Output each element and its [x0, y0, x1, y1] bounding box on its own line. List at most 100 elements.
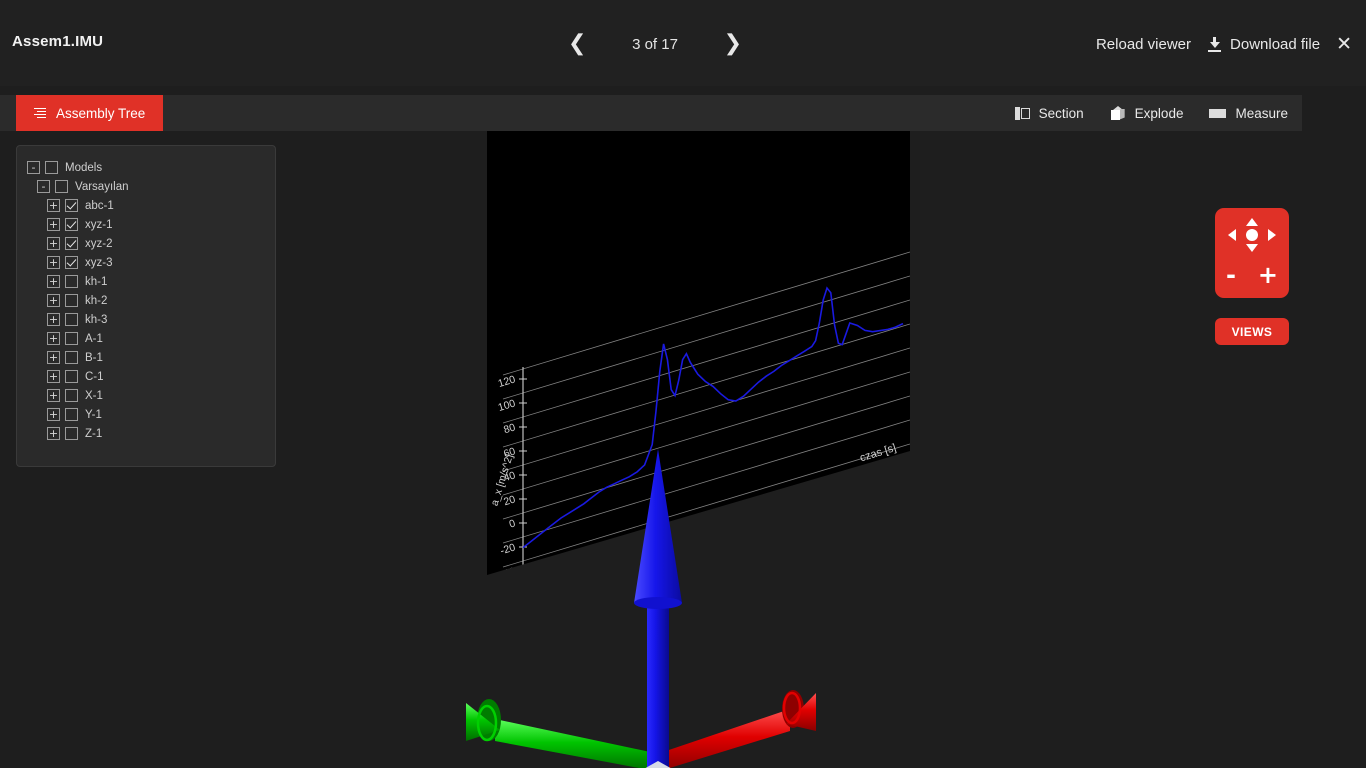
- reload-viewer-label: Reload viewer: [1095, 35, 1192, 53]
- page-counter-label: 3 of 17: [632, 35, 678, 53]
- visibility-checkbox[interactable]: [65, 256, 78, 269]
- x-axis-arrow: [660, 690, 816, 768]
- zoom-controls: - +: [1215, 260, 1289, 290]
- tree-node-varsayılan[interactable]: - Varsayılan: [27, 177, 265, 196]
- tree-node-label: Models: [65, 161, 103, 174]
- tree-node-label: abc-1: [85, 199, 114, 212]
- visibility-checkbox[interactable]: [65, 370, 78, 383]
- tree-node-label: A-1: [85, 332, 103, 345]
- tree-node-a-1[interactable]: + A-1: [27, 329, 265, 348]
- svg-text:16,40: 16,40: [675, 542, 704, 566]
- visibility-checkbox[interactable]: [65, 313, 78, 326]
- explode-label: Explode: [1134, 105, 1184, 121]
- tree-node-label: Varsayılan: [75, 180, 129, 193]
- assembly-tree-panel: - Models - Varsayılan + abc-1 + xyz-1 + xyz-2 + xyz…: [16, 145, 276, 467]
- download-icon: [1207, 36, 1222, 52]
- expand-toggle-icon[interactable]: +: [47, 313, 60, 326]
- tree-node-label: xyz-3: [85, 256, 113, 269]
- visibility-checkbox[interactable]: [65, 275, 78, 288]
- page-navigator: ❮ 3 of 17 ❯: [560, 30, 750, 58]
- visibility-checkbox[interactable]: [65, 427, 78, 440]
- toolbar-tools: Section Explode Measure: [1014, 95, 1288, 131]
- section-plane-icon: [1014, 106, 1030, 121]
- tree-node-xyz-3[interactable]: + xyz-3: [27, 253, 265, 272]
- tree-node-label: X-1: [85, 389, 103, 402]
- assembly-tree-label: Assembly Tree: [56, 105, 146, 121]
- zoom-out-button[interactable]: -: [1226, 263, 1236, 287]
- expand-toggle-icon[interactable]: +: [47, 294, 60, 307]
- arrow-left-icon[interactable]: [1228, 229, 1236, 241]
- tree-node-label: C-1: [85, 370, 104, 383]
- svg-text:16,60: 16,60: [751, 519, 780, 543]
- tree-node-c-1[interactable]: + C-1: [27, 367, 265, 386]
- close-icon[interactable]: ✕: [1336, 34, 1352, 54]
- plot-plane: -40 -20 0 20 40 60 80 100 120 a_x [m/s^2…: [487, 131, 910, 600]
- visibility-checkbox[interactable]: [65, 389, 78, 402]
- expand-toggle-icon[interactable]: +: [47, 408, 60, 421]
- tree-node-label: kh-1: [85, 275, 108, 288]
- assembly-tree-button[interactable]: Assembly Tree: [16, 95, 164, 131]
- page-title: Assem1.IMU: [12, 33, 104, 50]
- cad-viewer-app: Assem1.IMU ❮ 3 of 17 ❯ Reload viewer Dow…: [0, 0, 1366, 768]
- visibility-checkbox[interactable]: [45, 161, 58, 174]
- expand-toggle-icon[interactable]: +: [47, 351, 60, 364]
- tree-node-xyz-2[interactable]: + xyz-2: [27, 234, 265, 253]
- expand-toggle-icon[interactable]: +: [47, 275, 60, 288]
- expand-toggle-icon[interactable]: +: [47, 370, 60, 383]
- svg-text:16,10: 16,10: [561, 576, 590, 600]
- measure-button[interactable]: Measure: [1209, 106, 1288, 121]
- download-file-label: Download file: [1230, 35, 1321, 53]
- visibility-checkbox[interactable]: [65, 351, 78, 364]
- visibility-checkbox[interactable]: [55, 180, 68, 193]
- visibility-checkbox[interactable]: [65, 294, 78, 307]
- assembly-tree-list: - Models - Varsayılan + abc-1 + xyz-1 + xyz-2 + xyz…: [27, 158, 265, 443]
- visibility-checkbox[interactable]: [65, 332, 78, 345]
- explode-button[interactable]: Explode: [1110, 105, 1184, 121]
- tree-node-label: xyz-2: [85, 237, 113, 250]
- chevron-right-icon[interactable]: ❯: [716, 33, 750, 55]
- chevron-left-icon[interactable]: ❮: [560, 33, 594, 55]
- expand-toggle-icon[interactable]: +: [47, 237, 60, 250]
- visibility-checkbox[interactable]: [65, 199, 78, 212]
- reload-viewer-button[interactable]: Reload viewer: [1096, 36, 1191, 53]
- expand-toggle-icon[interactable]: +: [47, 256, 60, 269]
- svg-text:16,20: 16,20: [599, 565, 628, 589]
- svg-text:16,80: 16,80: [827, 496, 856, 520]
- section-button[interactable]: Section: [1014, 106, 1084, 121]
- tree-node-x-1[interactable]: + X-1: [27, 386, 265, 405]
- arrow-up-icon[interactable]: [1246, 218, 1258, 226]
- tree-node-xyz-1[interactable]: + xyz-1: [27, 215, 265, 234]
- zoom-in-button[interactable]: +: [1258, 263, 1278, 287]
- expand-toggle-icon[interactable]: +: [47, 389, 60, 402]
- cube-icon: [1110, 105, 1126, 121]
- tree-node-kh-3[interactable]: + kh-3: [27, 310, 265, 329]
- pan-dpad[interactable]: [1228, 218, 1276, 252]
- tree-node-z-1[interactable]: + Z-1: [27, 424, 265, 443]
- visibility-checkbox[interactable]: [65, 237, 78, 250]
- arrow-right-icon[interactable]: [1268, 229, 1276, 241]
- tree-node-kh-1[interactable]: + kh-1: [27, 272, 265, 291]
- tree-node-b-1[interactable]: + B-1: [27, 348, 265, 367]
- tree-node-models[interactable]: - Models: [27, 158, 265, 177]
- views-button[interactable]: VIEWS: [1215, 318, 1289, 345]
- tree-node-label: kh-3: [85, 313, 108, 326]
- visibility-checkbox[interactable]: [65, 408, 78, 421]
- arrow-down-icon[interactable]: [1246, 244, 1258, 252]
- expand-toggle-icon[interactable]: +: [47, 332, 60, 345]
- expand-toggle-icon[interactable]: +: [47, 427, 60, 440]
- download-file-button[interactable]: Download file: [1207, 36, 1320, 53]
- expand-toggle-icon[interactable]: +: [47, 218, 60, 231]
- tree-node-label: Z-1: [85, 427, 103, 440]
- svg-text:17,00: 17,00: [880, 465, 909, 489]
- tree-node-label: kh-2: [85, 294, 108, 307]
- pan-center-icon[interactable]: [1246, 229, 1258, 241]
- collapse-toggle-icon[interactable]: -: [27, 161, 40, 174]
- navigation-pad[interactable]: - +: [1215, 208, 1289, 298]
- tree-node-y-1[interactable]: + Y-1: [27, 405, 265, 424]
- tree-node-abc-1[interactable]: + abc-1: [27, 196, 265, 215]
- visibility-checkbox[interactable]: [65, 218, 78, 231]
- collapse-toggle-icon[interactable]: -: [37, 180, 50, 193]
- expand-toggle-icon[interactable]: +: [47, 199, 60, 212]
- svg-text:16,90: 16,90: [865, 484, 894, 508]
- tree-node-kh-2[interactable]: + kh-2: [27, 291, 265, 310]
